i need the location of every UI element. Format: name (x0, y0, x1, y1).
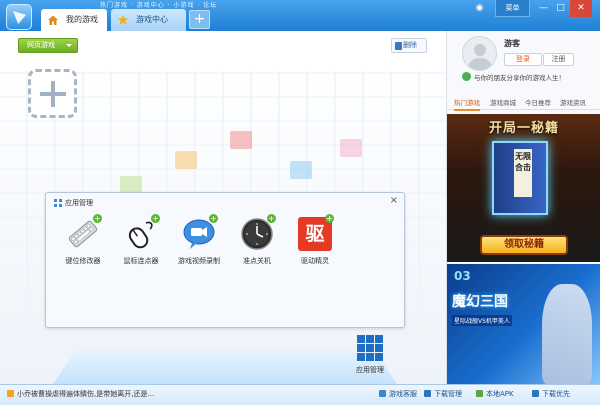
delete-button[interactable]: 删除 (391, 38, 427, 53)
close-button[interactable]: ✕ (570, 0, 592, 17)
download-priority-button[interactable]: 下载优先 (532, 389, 570, 399)
banner-title: 开局一秘籍 (488, 121, 559, 136)
app-video-recorder[interactable]: + 游戏视频录制 (173, 214, 225, 266)
floor-tile (230, 131, 252, 149)
app-grid-icon (357, 335, 383, 361)
add-tab-button[interactable]: + (189, 10, 210, 29)
priority-icon (532, 390, 539, 397)
add-badge: + (325, 214, 334, 223)
floor-tile (340, 139, 362, 157)
app-label: 键位修改器 (65, 257, 101, 265)
add-badge: + (93, 214, 102, 223)
floor-tile (175, 151, 197, 169)
star-icon (117, 14, 129, 25)
right-sidebar: 游客 登录 注册 与你的朋友分享你的游戏人生！ 热门游戏 游戏商城 今日推荐 游… (446, 31, 600, 386)
app-label: 游戏视频录制 (178, 257, 220, 265)
username: 游客 (504, 39, 520, 48)
promo-banner-secret-book[interactable]: 开局一秘籍 无限合击 领取秘籍 (447, 114, 600, 262)
customer-service-button[interactable]: 游戏客服 (379, 389, 417, 399)
tab-game-news[interactable]: 游戏资讯 (560, 97, 586, 107)
app-label: 驱动精灵 (301, 257, 329, 265)
register-button[interactable]: 注册 (543, 53, 574, 66)
claim-secret-button[interactable]: 领取秘籍 (480, 235, 568, 255)
status-label: 下载优先 (542, 390, 570, 398)
add-game-button[interactable] (28, 69, 77, 118)
download-icon (424, 390, 431, 397)
panel-title: 应用管理 (54, 198, 93, 208)
app-mouse-clicker[interactable]: + 鼠标连点器 (115, 214, 167, 266)
menu-button[interactable]: 菜单 (495, 0, 530, 17)
add-badge: + (209, 214, 218, 223)
my-games-area: 网页游戏 删除 应用管理 × + 键位修改器 + 鼠标连点器 + 游戏视频录制 … (0, 31, 446, 384)
video-record-icon: + (182, 214, 218, 251)
news-ticker[interactable]: 小乔被曹操虐得遍体鳞伤,是带她离开,还是... (7, 389, 154, 399)
news-icon (7, 390, 14, 397)
title-bar: 热门游戏 · 游戏中心 · 小游戏 · 论坛 我的游戏 游戏中心 + ◉ 菜单 … (0, 0, 600, 31)
tab-game-mall[interactable]: 游戏商城 (490, 97, 516, 107)
driver-genius-icon: 驱 + (298, 214, 334, 251)
download-manager-button[interactable]: 下载管理 (424, 389, 462, 399)
delete-label: 删除 (403, 41, 417, 49)
news-text: 小乔被曹操虐得遍体鳞伤,是带她离开,还是... (17, 390, 155, 398)
clock-icon: + (240, 214, 276, 251)
status-label: 游戏客服 (389, 390, 417, 398)
grid-icon (54, 199, 62, 207)
webgame-label: 网页游戏 (27, 41, 55, 49)
wechat-icon[interactable]: ◉ (473, 0, 486, 17)
mouse-icon: + (124, 214, 160, 251)
book-image: 无限合击 (492, 141, 548, 215)
status-label: 本地APK (486, 390, 514, 398)
share-text: 与你的朋友分享你的游戏人生！ (474, 74, 565, 82)
app-driver-genius[interactable]: 驱 + 驱动精灵 (289, 214, 341, 266)
banner-number: 03 (454, 269, 471, 283)
local-apk-button[interactable]: 本地APK (476, 389, 514, 399)
tab-game-center[interactable]: 游戏中心 (111, 9, 186, 31)
share-icon (462, 72, 471, 81)
app-label: 准点关机 (243, 257, 271, 265)
avatar[interactable] (462, 36, 497, 71)
top-nav-strip: 热门游戏 · 游戏中心 · 小游戏 · 论坛 (100, 2, 218, 9)
android-icon (476, 390, 483, 397)
minimize-button[interactable]: — (536, 0, 551, 17)
tab-label: 我的游戏 (66, 15, 98, 24)
add-badge: + (151, 214, 160, 223)
panel-title-text: 应用管理 (65, 199, 93, 207)
game-center-window: 热门游戏 · 游戏中心 · 小游戏 · 论坛 我的游戏 游戏中心 + ◉ 菜单 … (0, 0, 600, 405)
app-label: 鼠标连点器 (123, 257, 159, 265)
driver-genius-glyph: 驱 (305, 223, 325, 245)
sidebar-tabs: 热门游戏 游戏商城 今日推荐 游戏资讯 (447, 95, 600, 111)
tab-label: 游戏中心 (136, 15, 168, 24)
app-manager-label: 应用管理 (356, 366, 384, 374)
banner-title: 魔幻三国 (452, 294, 508, 310)
app-scheduled-shutdown[interactable]: + 准点关机 (231, 214, 283, 266)
add-badge: + (267, 214, 276, 223)
tab-today-picks[interactable]: 今日推荐 (525, 97, 551, 107)
keyboard-icon: + (66, 214, 102, 251)
tab-hot-games[interactable]: 热门游戏 (454, 97, 480, 111)
app-logo (6, 4, 32, 30)
menu-label: 菜单 (505, 4, 520, 12)
app-manager-button[interactable]: 应用管理 (352, 335, 388, 375)
status-bar: 小乔被曹操虐得遍体鳞伤,是带她离开,还是... 游戏客服 下载管理 本地APK … (0, 384, 600, 405)
login-button[interactable]: 登录 (504, 53, 542, 66)
panel-close-icon[interactable]: × (390, 195, 398, 206)
app-key-remapper[interactable]: + 键位修改器 (57, 214, 109, 266)
app-manager-panel: 应用管理 × + 键位修改器 + 鼠标连点器 + 游戏视频录制 + 准点关机 驱… (45, 192, 405, 328)
status-label: 下载管理 (434, 390, 462, 398)
home-icon (48, 15, 58, 25)
webgame-dropdown-button[interactable]: 网页游戏 (18, 38, 78, 53)
tab-my-games[interactable]: 我的游戏 (41, 9, 107, 31)
promo-banner-magic-three-kingdoms[interactable]: 03 魔幻三国 星际战舰VS机甲美人 (447, 264, 600, 386)
book-label: 无限合击 (514, 149, 532, 197)
banner-subtitle: 星际战舰VS机甲美人 (452, 315, 512, 326)
maximize-button[interactable]: □ (553, 0, 568, 17)
character-art (542, 284, 592, 384)
floor-tile (290, 161, 312, 179)
headset-icon (379, 390, 386, 397)
trash-icon (395, 42, 402, 50)
